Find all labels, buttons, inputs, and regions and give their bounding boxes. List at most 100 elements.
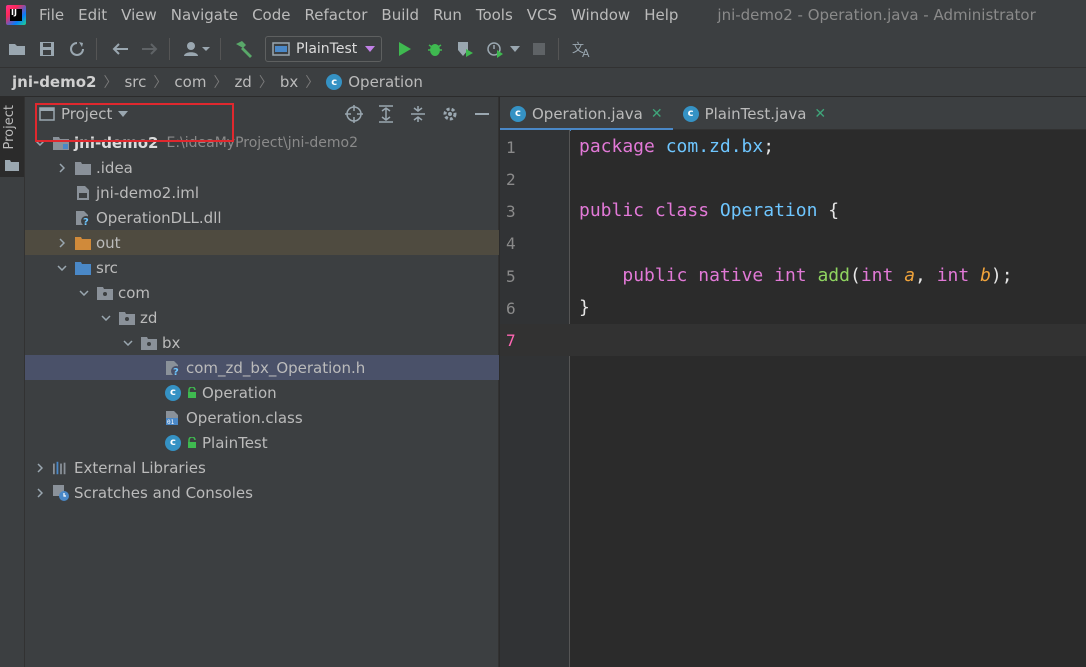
collapse-all-icon[interactable] — [402, 97, 434, 130]
save-icon[interactable] — [34, 36, 60, 62]
sync-icon[interactable] — [64, 36, 90, 62]
chevron-right-icon[interactable] — [33, 486, 47, 500]
menu-build[interactable]: Build — [374, 0, 426, 30]
folder-icon — [75, 160, 91, 176]
tab-plaintest-java[interactable]: c PlainTest.java ✕ — [673, 97, 837, 130]
chevron-down-icon — [365, 45, 376, 52]
tree-item-label: bx — [162, 333, 181, 352]
code-keyword: int — [936, 265, 970, 286]
tree-item-com[interactable]: com — [25, 280, 499, 305]
tree-item-idea[interactable]: .idea — [25, 155, 499, 180]
expand-all-icon[interactable] — [370, 97, 402, 130]
menu-run[interactable]: Run — [426, 0, 469, 30]
menu-window[interactable]: Window — [564, 0, 637, 30]
minimize-icon[interactable] — [466, 97, 498, 130]
intellij-logo-icon: IJ — [6, 5, 26, 25]
open-icon[interactable] — [4, 36, 30, 62]
tree-item-label: com_zd_bx_Operation.h — [186, 358, 366, 377]
runnable-class-icon: c — [165, 434, 181, 451]
debug-icon[interactable] — [422, 36, 448, 62]
iml-file-icon — [75, 185, 91, 201]
tree-item-operation[interactable]: c Operation — [25, 380, 499, 405]
tree-item-label: zd — [140, 308, 158, 327]
tree-item-out[interactable]: out — [25, 230, 499, 255]
breadcrumb-zd[interactable]: zd — [234, 73, 251, 91]
run-config-selector[interactable]: PlainTest — [265, 35, 383, 62]
run-config-icon — [272, 41, 290, 56]
menu-help[interactable]: Help — [637, 0, 685, 30]
code-keyword: public — [579, 200, 645, 221]
toolbar-separator — [96, 37, 97, 60]
editor-tab-bar: c Operation.java ✕ c PlainTest.java ✕ — [500, 97, 1086, 131]
menu-view[interactable]: View — [114, 0, 164, 30]
code-line-1: package com.zd.bx; — [579, 136, 774, 157]
breadcrumb-operation[interactable]: Operation — [348, 73, 423, 91]
user-icon[interactable] — [180, 36, 214, 62]
tool-window-strip: Project — [0, 97, 25, 667]
header-file-icon: ? — [165, 360, 181, 376]
code-punct: { — [828, 200, 840, 221]
close-icon[interactable]: ✕ — [651, 106, 663, 122]
chevron-down-icon[interactable] — [99, 311, 113, 325]
chevron-down-icon[interactable] — [55, 261, 69, 275]
locate-icon[interactable] — [338, 97, 370, 130]
tree-item-label: src — [96, 258, 118, 277]
menu-navigate[interactable]: Navigate — [164, 0, 245, 30]
menu-tools[interactable]: Tools — [469, 0, 520, 30]
forward-icon[interactable] — [137, 36, 163, 62]
tree-item-scratches[interactable]: Scratches and Consoles — [25, 480, 499, 505]
tree-item-label: Scratches and Consoles — [74, 483, 253, 502]
tab-operation-java[interactable]: c Operation.java ✕ — [500, 97, 673, 131]
stop-icon[interactable] — [526, 36, 552, 62]
breadcrumb-project[interactable]: jni-demo2 — [12, 73, 96, 91]
coverage-icon[interactable] — [452, 36, 478, 62]
breadcrumb-separator: 〉 — [258, 75, 273, 91]
annotation-highlight-box — [35, 103, 234, 142]
binary-file-icon: 01 — [165, 410, 181, 426]
scratches-icon — [53, 484, 69, 501]
chevron-right-icon[interactable] — [55, 236, 69, 250]
chevron-right-icon[interactable] — [55, 161, 69, 175]
folder-icon — [5, 160, 19, 171]
tree-item-bx[interactable]: bx — [25, 330, 499, 355]
project-tool-button[interactable]: Project — [0, 97, 24, 177]
menu-file[interactable]: File — [32, 0, 71, 30]
tree-item-iml[interactable]: jni-demo2.iml — [25, 180, 499, 205]
libraries-icon — [53, 460, 69, 476]
run-config-label: PlainTest — [296, 40, 358, 57]
close-icon[interactable]: ✕ — [814, 106, 826, 122]
code-line-3: public class Operation { — [579, 200, 839, 221]
tree-item-src[interactable]: src — [25, 255, 499, 280]
menu-vcs[interactable]: VCS — [520, 0, 564, 30]
tree-item-operation-class[interactable]: 01 Operation.class — [25, 405, 499, 430]
tree-item-dll[interactable]: ? OperationDLL.dll — [25, 205, 499, 230]
chevron-right-icon[interactable] — [33, 461, 47, 475]
profile-icon[interactable] — [482, 36, 508, 62]
main-toolbar: PlainTest 文A — [0, 30, 1086, 68]
breadcrumb-src[interactable]: src — [124, 73, 146, 91]
menu-edit[interactable]: Edit — [71, 0, 114, 30]
line-number: 1 — [506, 138, 516, 157]
svg-text:A: A — [582, 47, 590, 58]
run-icon[interactable] — [392, 36, 418, 62]
chevron-down-icon[interactable] — [508, 36, 522, 62]
chevron-down-icon[interactable] — [121, 336, 135, 350]
menu-refactor[interactable]: Refactor — [297, 0, 374, 30]
gear-icon[interactable] — [434, 97, 466, 130]
source-folder-icon — [75, 260, 91, 276]
tree-item-external-libraries[interactable]: External Libraries — [25, 455, 499, 480]
line-number: 4 — [506, 234, 516, 253]
breadcrumb-separator: 〉 — [213, 75, 228, 91]
toolbar-separator — [169, 37, 170, 60]
line-number: 3 — [506, 202, 516, 221]
breadcrumb-com[interactable]: com — [174, 73, 206, 91]
build-hammer-icon[interactable] — [231, 36, 257, 62]
tree-item-zd[interactable]: zd — [25, 305, 499, 330]
chevron-down-icon[interactable] — [77, 286, 91, 300]
back-icon[interactable] — [107, 36, 133, 62]
tree-item-plaintest[interactable]: c PlainTest — [25, 430, 499, 455]
breadcrumb-bx[interactable]: bx — [280, 73, 298, 91]
translate-icon[interactable]: 文A — [569, 36, 595, 62]
tree-item-header-file[interactable]: ? com_zd_bx_Operation.h — [25, 355, 499, 380]
menu-code[interactable]: Code — [245, 0, 297, 30]
